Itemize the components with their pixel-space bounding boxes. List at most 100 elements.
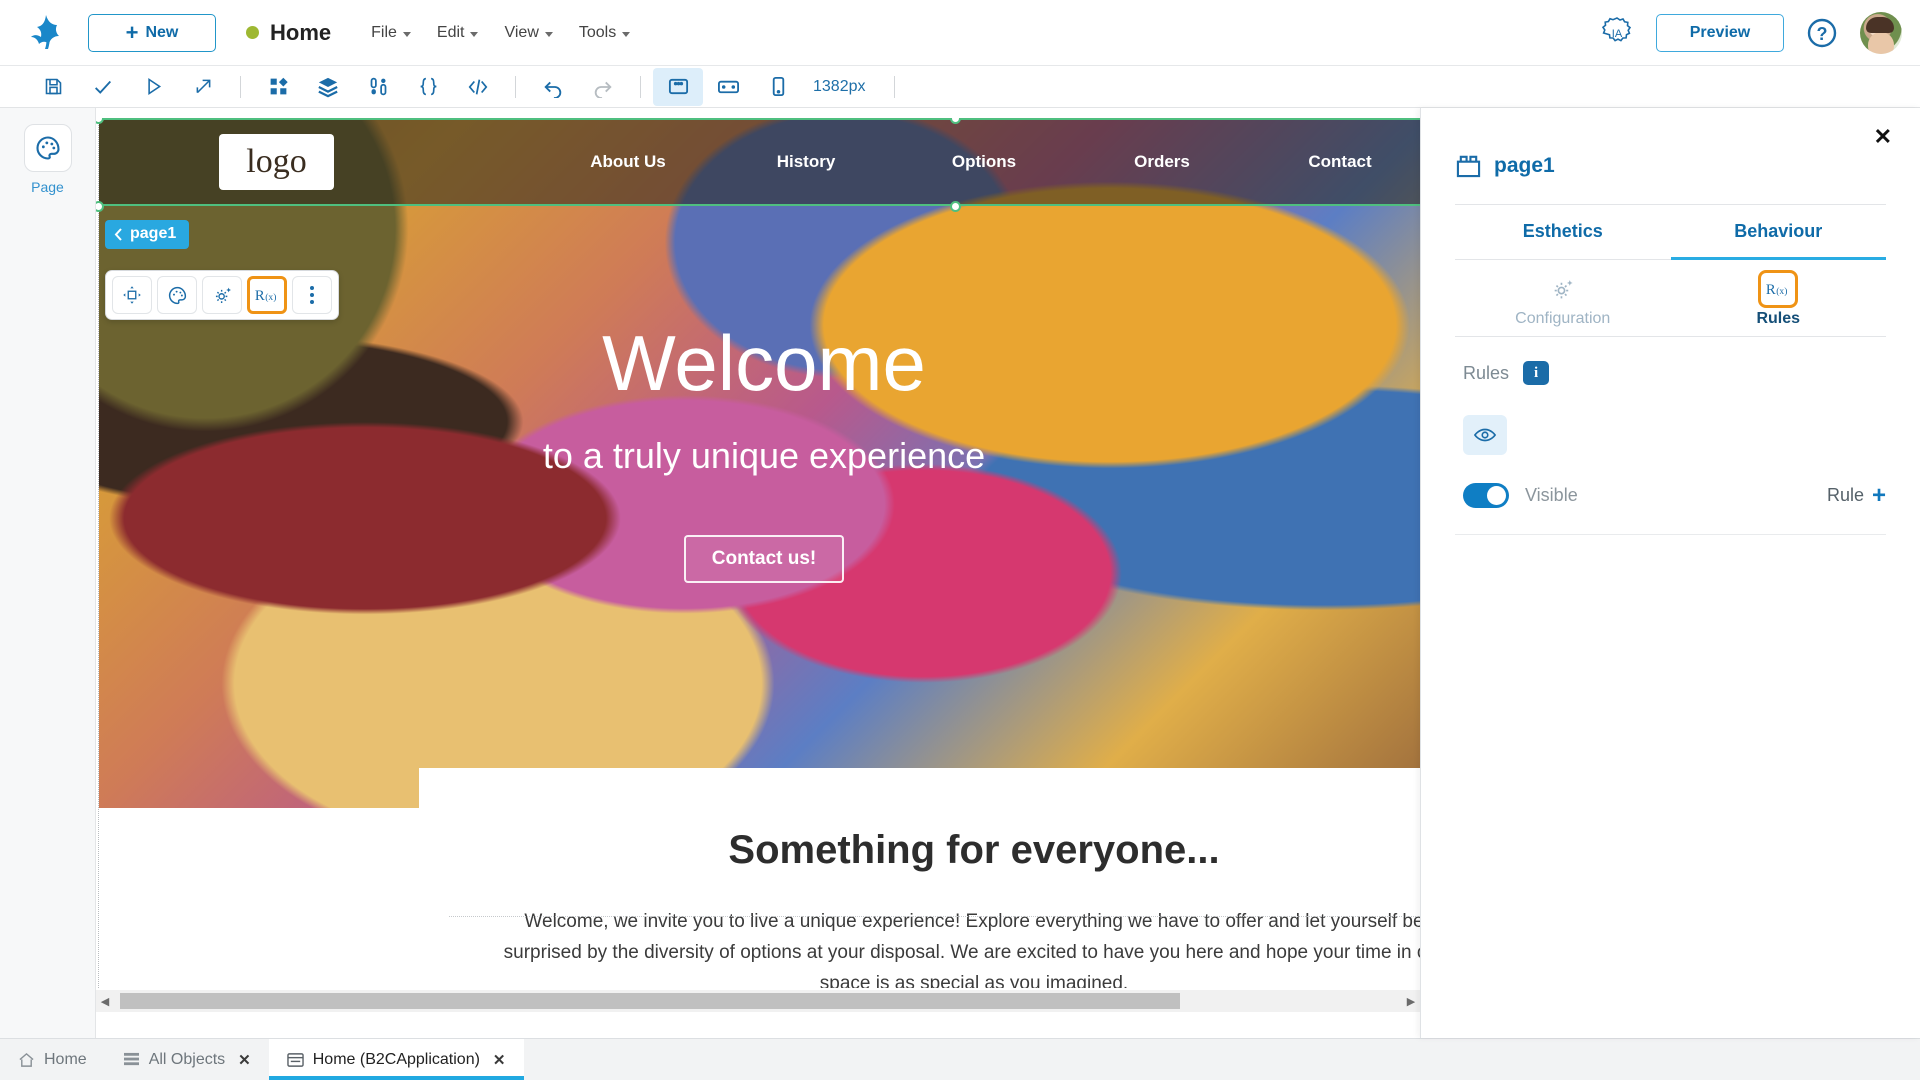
page-viewport: logo About Us History Options Orders Con… — [96, 118, 1420, 988]
selection-handle[interactable] — [950, 201, 961, 212]
divider — [1455, 534, 1886, 535]
properties-tabs: Esthetics Behaviour — [1455, 205, 1886, 260]
subtab-rules[interactable]: R (x) Rules — [1671, 270, 1887, 328]
document-state: Home — [246, 20, 331, 46]
visible-toggle[interactable] — [1463, 483, 1509, 508]
rules-rx-icon-wrapper: R (x) — [1671, 270, 1887, 308]
scroll-track[interactable] — [114, 993, 1402, 1009]
breadcrumb-page-chip[interactable]: page1 — [105, 220, 190, 249]
deploy-button[interactable] — [178, 68, 228, 106]
close-icon[interactable]: ✕ — [493, 1051, 506, 1069]
mobile-viewport-button[interactable] — [753, 68, 803, 106]
nav-options[interactable]: Options — [895, 152, 1073, 172]
left-rail-label: Page — [31, 179, 64, 195]
preview-button[interactable]: Preview — [1656, 13, 1784, 52]
bottom-tab-home-b2capplication[interactable]: Home (B2CApplication) ✕ — [268, 1039, 524, 1080]
breadcrumb-page-label: page1 — [130, 225, 177, 242]
page-block-icon — [1456, 155, 1481, 178]
nav-contact[interactable]: Contact — [1251, 152, 1420, 172]
plus-icon: + — [125, 19, 139, 45]
nav-history[interactable]: History — [717, 152, 895, 172]
new-button[interactable]: + New — [88, 13, 216, 52]
behaviour-subtabs: Configuration R (x) Rules — [1455, 260, 1886, 337]
page-title: Home — [270, 19, 332, 45]
save-button[interactable] — [28, 68, 78, 106]
site-nav: About Us History Options Orders Contact — [539, 152, 1420, 172]
svg-text:R: R — [255, 288, 265, 304]
close-icon[interactable]: ✕ — [238, 1051, 251, 1069]
site-header: logo About Us History Options Orders Con… — [99, 118, 1420, 206]
desktop-viewport-button[interactable] — [653, 67, 703, 106]
bottom-tab-home[interactable]: Home — [0, 1039, 105, 1080]
validate-button[interactable] — [78, 68, 128, 106]
frog-logo-icon[interactable] — [26, 11, 66, 55]
canvas-area[interactable]: logo About Us History Options Orders Con… — [96, 108, 1420, 1038]
source-code-button[interactable] — [453, 68, 503, 106]
menu-edit[interactable]: Edit — [437, 24, 479, 42]
undo-button[interactable] — [528, 68, 578, 106]
site-logo[interactable]: logo — [219, 134, 334, 190]
contact-us-button[interactable]: Contact us! — [683, 534, 845, 583]
viewport-width-label: 1382px — [813, 77, 866, 95]
toolbar-divider — [515, 75, 516, 98]
close-icon[interactable]: ✕ — [1874, 126, 1892, 148]
rules-rx-icon: R (x) — [255, 288, 277, 304]
expression-button[interactable] — [403, 68, 453, 106]
variables-button[interactable] — [353, 68, 403, 106]
menu-bar: File Edit View Tools — [371, 23, 631, 42]
redo-button[interactable] — [578, 68, 628, 106]
chevron-down-icon — [470, 31, 479, 37]
run-button[interactable] — [128, 68, 178, 106]
bottom-tab-all-objects[interactable]: All Objects ✕ — [105, 1039, 269, 1080]
plus-icon: + — [1871, 481, 1886, 509]
menu-tools[interactable]: Tools — [579, 24, 631, 42]
hero-heading: Welcome — [602, 319, 926, 407]
tab-behaviour[interactable]: Behaviour — [1670, 205, 1886, 260]
bottom-tab-home-label: Home — [44, 1050, 87, 1068]
properties-panel-header: page1 — [1455, 108, 1886, 178]
scroll-left-arrow[interactable]: ◀ — [96, 995, 114, 1008]
visibility-rule-button[interactable] — [1463, 415, 1507, 455]
svg-text:(x): (x) — [1777, 286, 1788, 297]
properties-panel-title: page1 — [1494, 153, 1555, 177]
move-resize-button[interactable] — [112, 276, 152, 314]
eye-icon — [1474, 428, 1496, 442]
hero-section[interactable]: logo About Us History Options Orders Con… — [99, 118, 1420, 808]
content-section[interactable]: Something for everyone... Welcome, we in… — [419, 768, 1420, 988]
properties-panel: ✕ page1 Esthetics Behaviour Configuratio… — [1420, 108, 1920, 1038]
components-button[interactable] — [253, 68, 303, 106]
window-icon — [286, 1052, 304, 1067]
scroll-thumb[interactable] — [120, 993, 1180, 1009]
info-icon[interactable]: i — [1523, 361, 1550, 385]
top-bar: + New Home File Edit View Tools IA Previ… — [0, 0, 1920, 66]
tablet-viewport-button[interactable] — [703, 68, 753, 106]
subtab-configuration[interactable]: Configuration — [1455, 270, 1671, 328]
configuration-button[interactable] — [202, 276, 242, 314]
avatar[interactable] — [1860, 11, 1902, 54]
tab-esthetics[interactable]: Esthetics — [1455, 205, 1671, 260]
workspace: Page logo About Us History Options Order… — [0, 108, 1920, 1038]
menu-view[interactable]: View — [504, 23, 553, 42]
nav-about-us[interactable]: About Us — [539, 152, 717, 172]
add-rule-label: Rule — [1826, 485, 1864, 505]
page-canvas: logo About Us History Options Orders Con… — [96, 118, 1420, 988]
nav-orders[interactable]: Orders — [1073, 152, 1251, 172]
list-icon — [123, 1052, 139, 1066]
menu-view-label: View — [504, 23, 539, 41]
toolbar-divider — [640, 75, 641, 98]
new-button-label: New — [145, 23, 179, 41]
canvas-horizontal-scrollbar[interactable]: ◀ ▶ — [96, 990, 1420, 1012]
question-mark-icon[interactable]: ? — [1806, 17, 1838, 49]
ia-assistant-icon[interactable]: IA — [1600, 16, 1634, 50]
more-options-button[interactable] — [292, 276, 332, 314]
menu-file[interactable]: File — [371, 24, 411, 42]
palette-icon[interactable] — [23, 124, 72, 172]
status-dot — [246, 26, 259, 39]
add-rule-button[interactable]: Rule + — [1826, 481, 1886, 509]
svg-text:R: R — [1766, 282, 1776, 298]
rules-button[interactable]: R (x) — [247, 276, 287, 314]
scroll-right-arrow[interactable]: ▶ — [1402, 995, 1420, 1008]
section-heading: Something for everyone... — [728, 828, 1220, 872]
layers-button[interactable] — [303, 68, 353, 106]
style-button[interactable] — [157, 276, 197, 314]
